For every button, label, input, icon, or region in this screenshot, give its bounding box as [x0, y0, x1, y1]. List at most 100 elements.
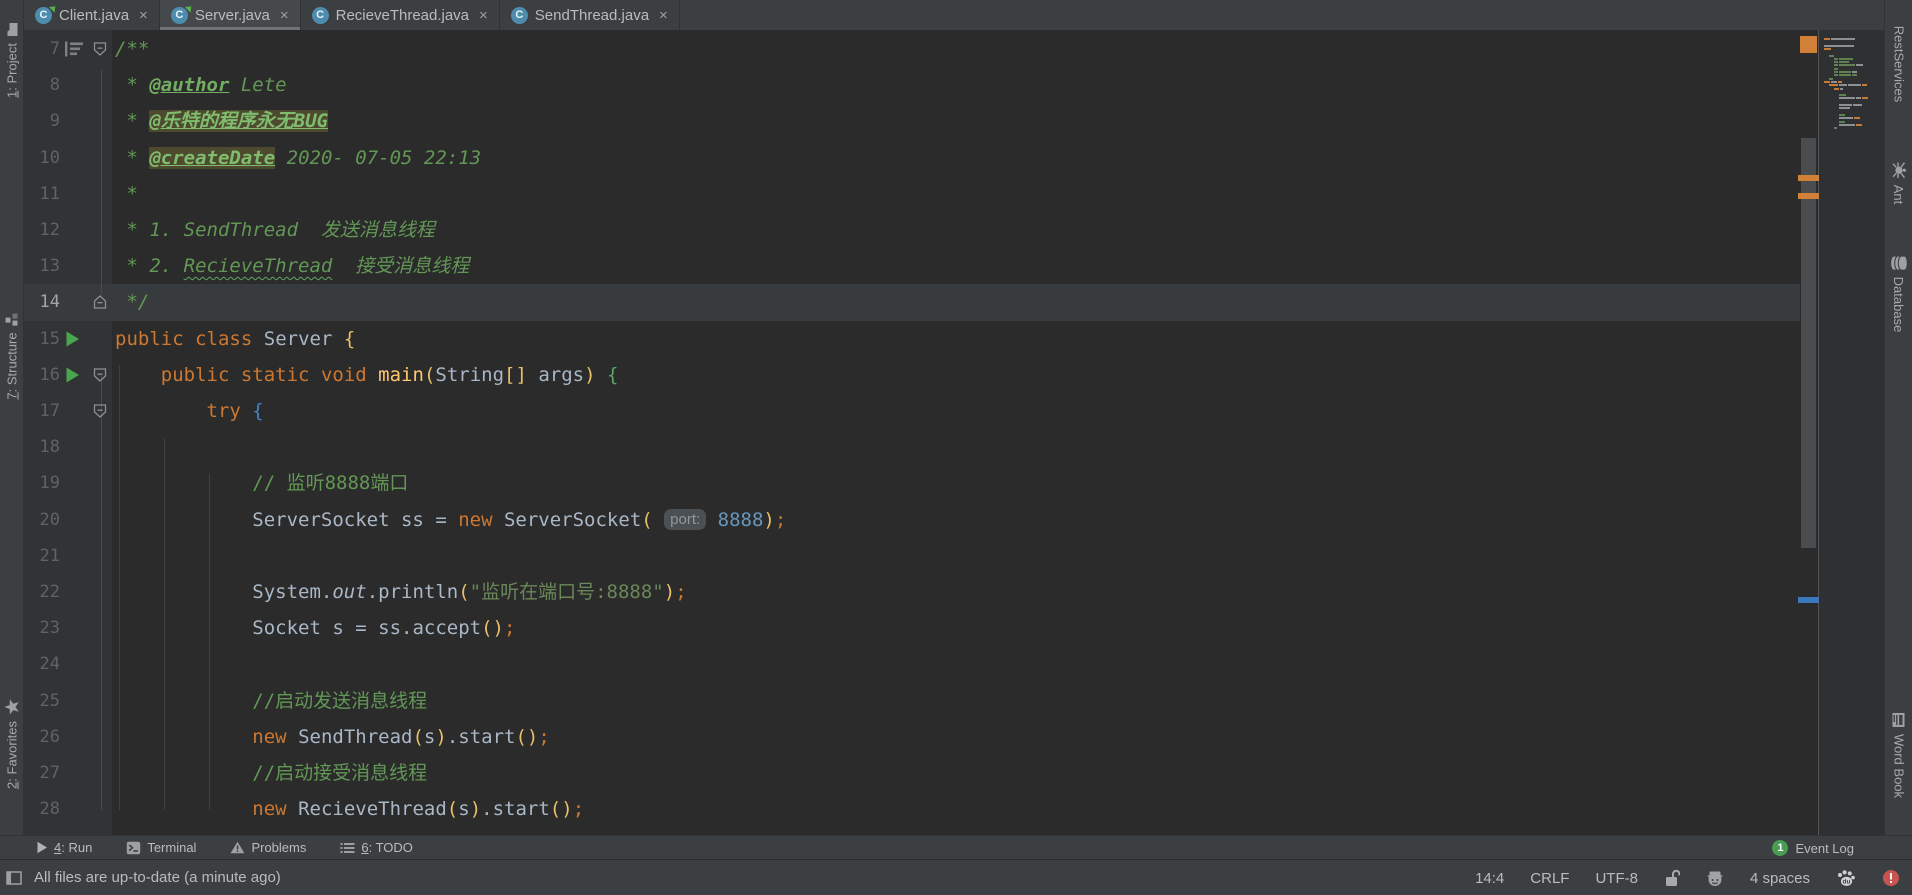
fold-down-icon[interactable]	[92, 404, 108, 419]
code-token	[653, 509, 664, 531]
book-icon	[1892, 712, 1906, 728]
event-log-widget[interactable]: 1 Event Log	[1772, 836, 1854, 860]
star-icon	[5, 699, 20, 715]
fold-down-icon[interactable]	[92, 42, 108, 57]
close-tab-icon[interactable]: ×	[659, 7, 668, 24]
code-token	[275, 147, 286, 169]
face-icon[interactable]	[1706, 869, 1724, 887]
code-token: ServerSocket	[504, 509, 641, 531]
code-token	[493, 509, 504, 531]
tab-label: Client.java	[59, 7, 129, 24]
fold-up-icon[interactable]	[92, 295, 108, 310]
code-minimap[interactable]	[1818, 30, 1884, 835]
code-token	[596, 364, 607, 386]
tool-window-label: RestServices	[1892, 26, 1907, 103]
minimap-line	[1839, 104, 1862, 106]
status-line-separator[interactable]: CRLF	[1530, 870, 1569, 887]
code-token	[115, 617, 252, 639]
code-token: new	[458, 509, 492, 531]
minimap-line	[1839, 97, 1868, 99]
code-line: 18	[24, 429, 1800, 465]
status-indent[interactable]: 4 spaces	[1750, 870, 1810, 887]
editor-scrollbar[interactable]	[1799, 30, 1818, 835]
code-line: 7/**	[24, 31, 1800, 67]
minimap-line	[1839, 124, 1862, 126]
code-text: new RecieveThread(s).start();	[115, 791, 584, 827]
code-text: /**	[115, 31, 149, 67]
toolbar-item-label: 4: Run	[54, 840, 92, 855]
code-token	[115, 690, 252, 712]
code-token: 2020- 07-05 22:13	[287, 147, 481, 169]
scrollbar-thumb[interactable]	[1801, 138, 1816, 548]
fold-down-icon[interactable]	[92, 367, 108, 382]
inspection-status-square[interactable]	[1800, 36, 1817, 53]
code-token: 接受消息线程	[332, 255, 469, 277]
close-tab-icon[interactable]: ×	[139, 7, 148, 24]
error-stripe-mark[interactable]	[1798, 193, 1819, 199]
editor-tab-sendthread[interactable]: CSendThread.java×	[500, 0, 680, 30]
code-text: new SendThread(s).start();	[115, 719, 550, 755]
editor-tab-recievethread[interactable]: CRecieveThread.java×	[301, 0, 500, 30]
code-token: (	[550, 798, 561, 820]
code-text: * @author Lete	[115, 67, 287, 103]
code-token: ;	[538, 726, 549, 748]
minimap-line	[1834, 88, 1843, 90]
status-caret-position[interactable]: 14:4	[1475, 870, 1504, 887]
code-token: @乐特的程序永无BUG	[149, 110, 328, 132]
error-stripe-mark[interactable]	[1798, 175, 1819, 181]
close-tab-icon[interactable]: ×	[280, 7, 289, 24]
code-token: class	[195, 328, 252, 350]
minimap-line	[1839, 114, 1845, 116]
sort-lines-icon[interactable]	[64, 41, 84, 58]
minimap-line	[1834, 58, 1853, 60]
toolbar-item-todo[interactable]: 6: TODO	[340, 840, 413, 855]
code-token: )	[584, 364, 595, 386]
minimap-line	[1824, 45, 1854, 47]
code-token: @author	[149, 74, 229, 96]
close-tab-icon[interactable]: ×	[479, 7, 488, 24]
minimap-line	[1839, 117, 1860, 119]
code-token: {	[344, 328, 355, 350]
code-token: Server	[264, 328, 344, 350]
code-token: )	[664, 581, 675, 603]
editor-tab-bar: CClient.java×CServer.java×CRecieveThread…	[24, 0, 1884, 30]
left-tool-stripe: 1: Project7: Structure2: Favorites	[0, 0, 24, 835]
lock-open-icon[interactable]	[1664, 869, 1680, 887]
error-stripe-mark[interactable]	[1798, 597, 1819, 603]
toolbar-item-label: Terminal	[147, 840, 196, 855]
editor-tab-server[interactable]: CServer.java×	[160, 0, 301, 30]
code-token: s	[424, 726, 435, 748]
line-number: 24	[24, 646, 60, 682]
status-message: All files are up-to-date (a minute ago)	[34, 869, 281, 886]
toolbar-item-run[interactable]: 4: Run	[36, 840, 92, 855]
code-token	[115, 581, 252, 603]
code-token: public	[161, 364, 230, 386]
code-token: *	[115, 74, 149, 96]
toolbar-item-problems[interactable]: Problems	[230, 840, 306, 855]
code-editor[interactable]: 7/**8 * @author Lete9 * @乐特的程序永无BUG10 * …	[24, 30, 1800, 835]
toolbar-item-terminal[interactable]: Terminal	[126, 840, 196, 855]
minimap-line	[1834, 68, 1838, 70]
folder-icon	[6, 22, 19, 37]
code-text: ServerSocket ss = new ServerSocket( port…	[115, 502, 786, 538]
code-line: 19 // 监听8888端口	[24, 465, 1800, 501]
code-line: 17 try {	[24, 393, 1800, 429]
line-number: 23	[24, 610, 60, 646]
tool-window-label: Ant	[1892, 185, 1907, 205]
code-line: 20 ServerSocket ss = new ServerSocket( p…	[24, 502, 1800, 538]
code-token: *	[115, 255, 149, 277]
error-circle-icon[interactable]	[1882, 869, 1900, 887]
paw-icon[interactable]: du	[1836, 869, 1856, 887]
code-text: */	[115, 284, 149, 320]
code-line: 15public class Server {	[24, 321, 1800, 357]
editor-tab-client[interactable]: CClient.java×	[24, 0, 160, 30]
code-token: "监听在端口号:8888"	[470, 581, 664, 603]
code-token: =	[355, 617, 378, 639]
run-arrow-icon[interactable]	[65, 330, 80, 347]
code-token: ;	[675, 581, 686, 603]
status-encoding[interactable]: UTF-8	[1595, 870, 1638, 887]
code-line: 21	[24, 538, 1800, 574]
code-token: )	[527, 726, 538, 748]
run-arrow-icon[interactable]	[65, 366, 80, 383]
toggle-tool-buttons-icon[interactable]	[6, 871, 22, 885]
